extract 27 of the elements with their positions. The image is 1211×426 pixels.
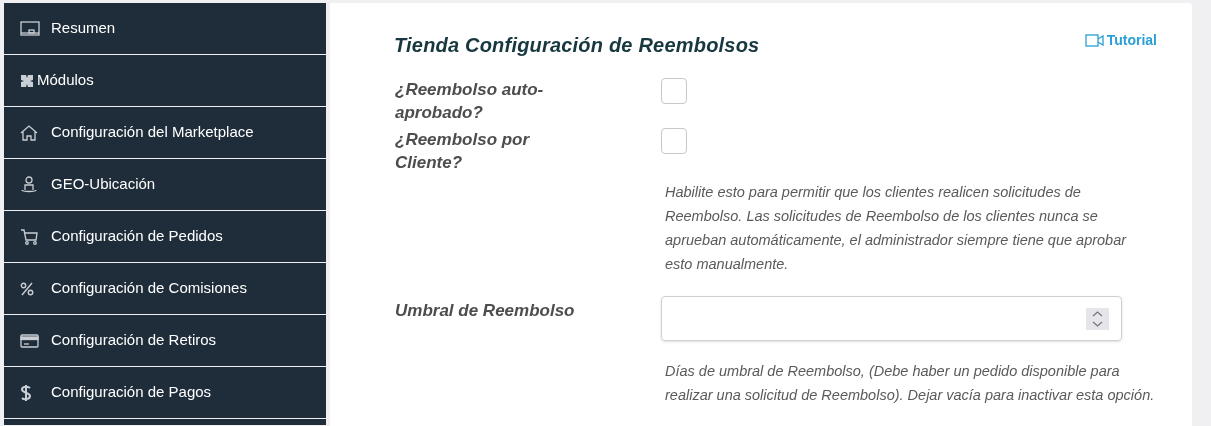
percent-icon — [20, 281, 34, 296]
sidebar-item[interactable]: Configuración de Comisiones — [4, 263, 326, 314]
video-icon — [1084, 34, 1104, 47]
sidebar-item[interactable]: GEO-Ubicación — [4, 159, 326, 210]
number-input-field[interactable] — [661, 296, 1122, 341]
sidebar-item[interactable]: Configuración de Retiros — [4, 315, 326, 366]
checkbox[interactable] — [661, 78, 687, 104]
panel-title: Tienda Configuración de Reembolsos — [394, 33, 760, 58]
sidebar-item[interactable]: Configuración de Pedidos — [4, 211, 326, 262]
help-text: Días de umbral de Reembolso, (Debe haber un pedido disponible para realizar una solicitud de Reembolso). Dejar vacía para inactivar esta opción. — [665, 362, 1155, 405]
sidebar-item[interactable]: Módulos — [4, 55, 326, 106]
checkbox[interactable] — [661, 128, 687, 154]
help-text: Habilite esto para permitir que los clientes realicen solicitudes de Reembolso. Las solicitudes de Reembolso de los clientes nunca se aprueban automáticamente, el administrador siempre tiene que aprobar esto manualmente. — [665, 183, 1128, 274]
sidebar-item[interactable]: Configuración de Pagos — [4, 367, 326, 418]
person-pin-icon — [20, 175, 38, 194]
field-label: Umbral de Reembolso — [395, 300, 576, 322]
sidebar-item[interactable]: Resumen — [4, 3, 326, 54]
field-label: ¿Reembolso auto-aprobado? — [395, 79, 545, 124]
cart-icon — [20, 228, 38, 245]
field-label: ¿Reembolso por Cliente? — [395, 129, 531, 174]
monitor-icon — [20, 20, 40, 37]
credit-card-icon — [20, 333, 39, 348]
sidebar-item[interactable]: Configuración del Marketplace — [4, 107, 326, 158]
puzzle-icon — [20, 73, 34, 88]
dollar-icon — [20, 383, 32, 402]
home-icon — [20, 124, 38, 141]
spinner-icon[interactable] — [1086, 307, 1109, 330]
